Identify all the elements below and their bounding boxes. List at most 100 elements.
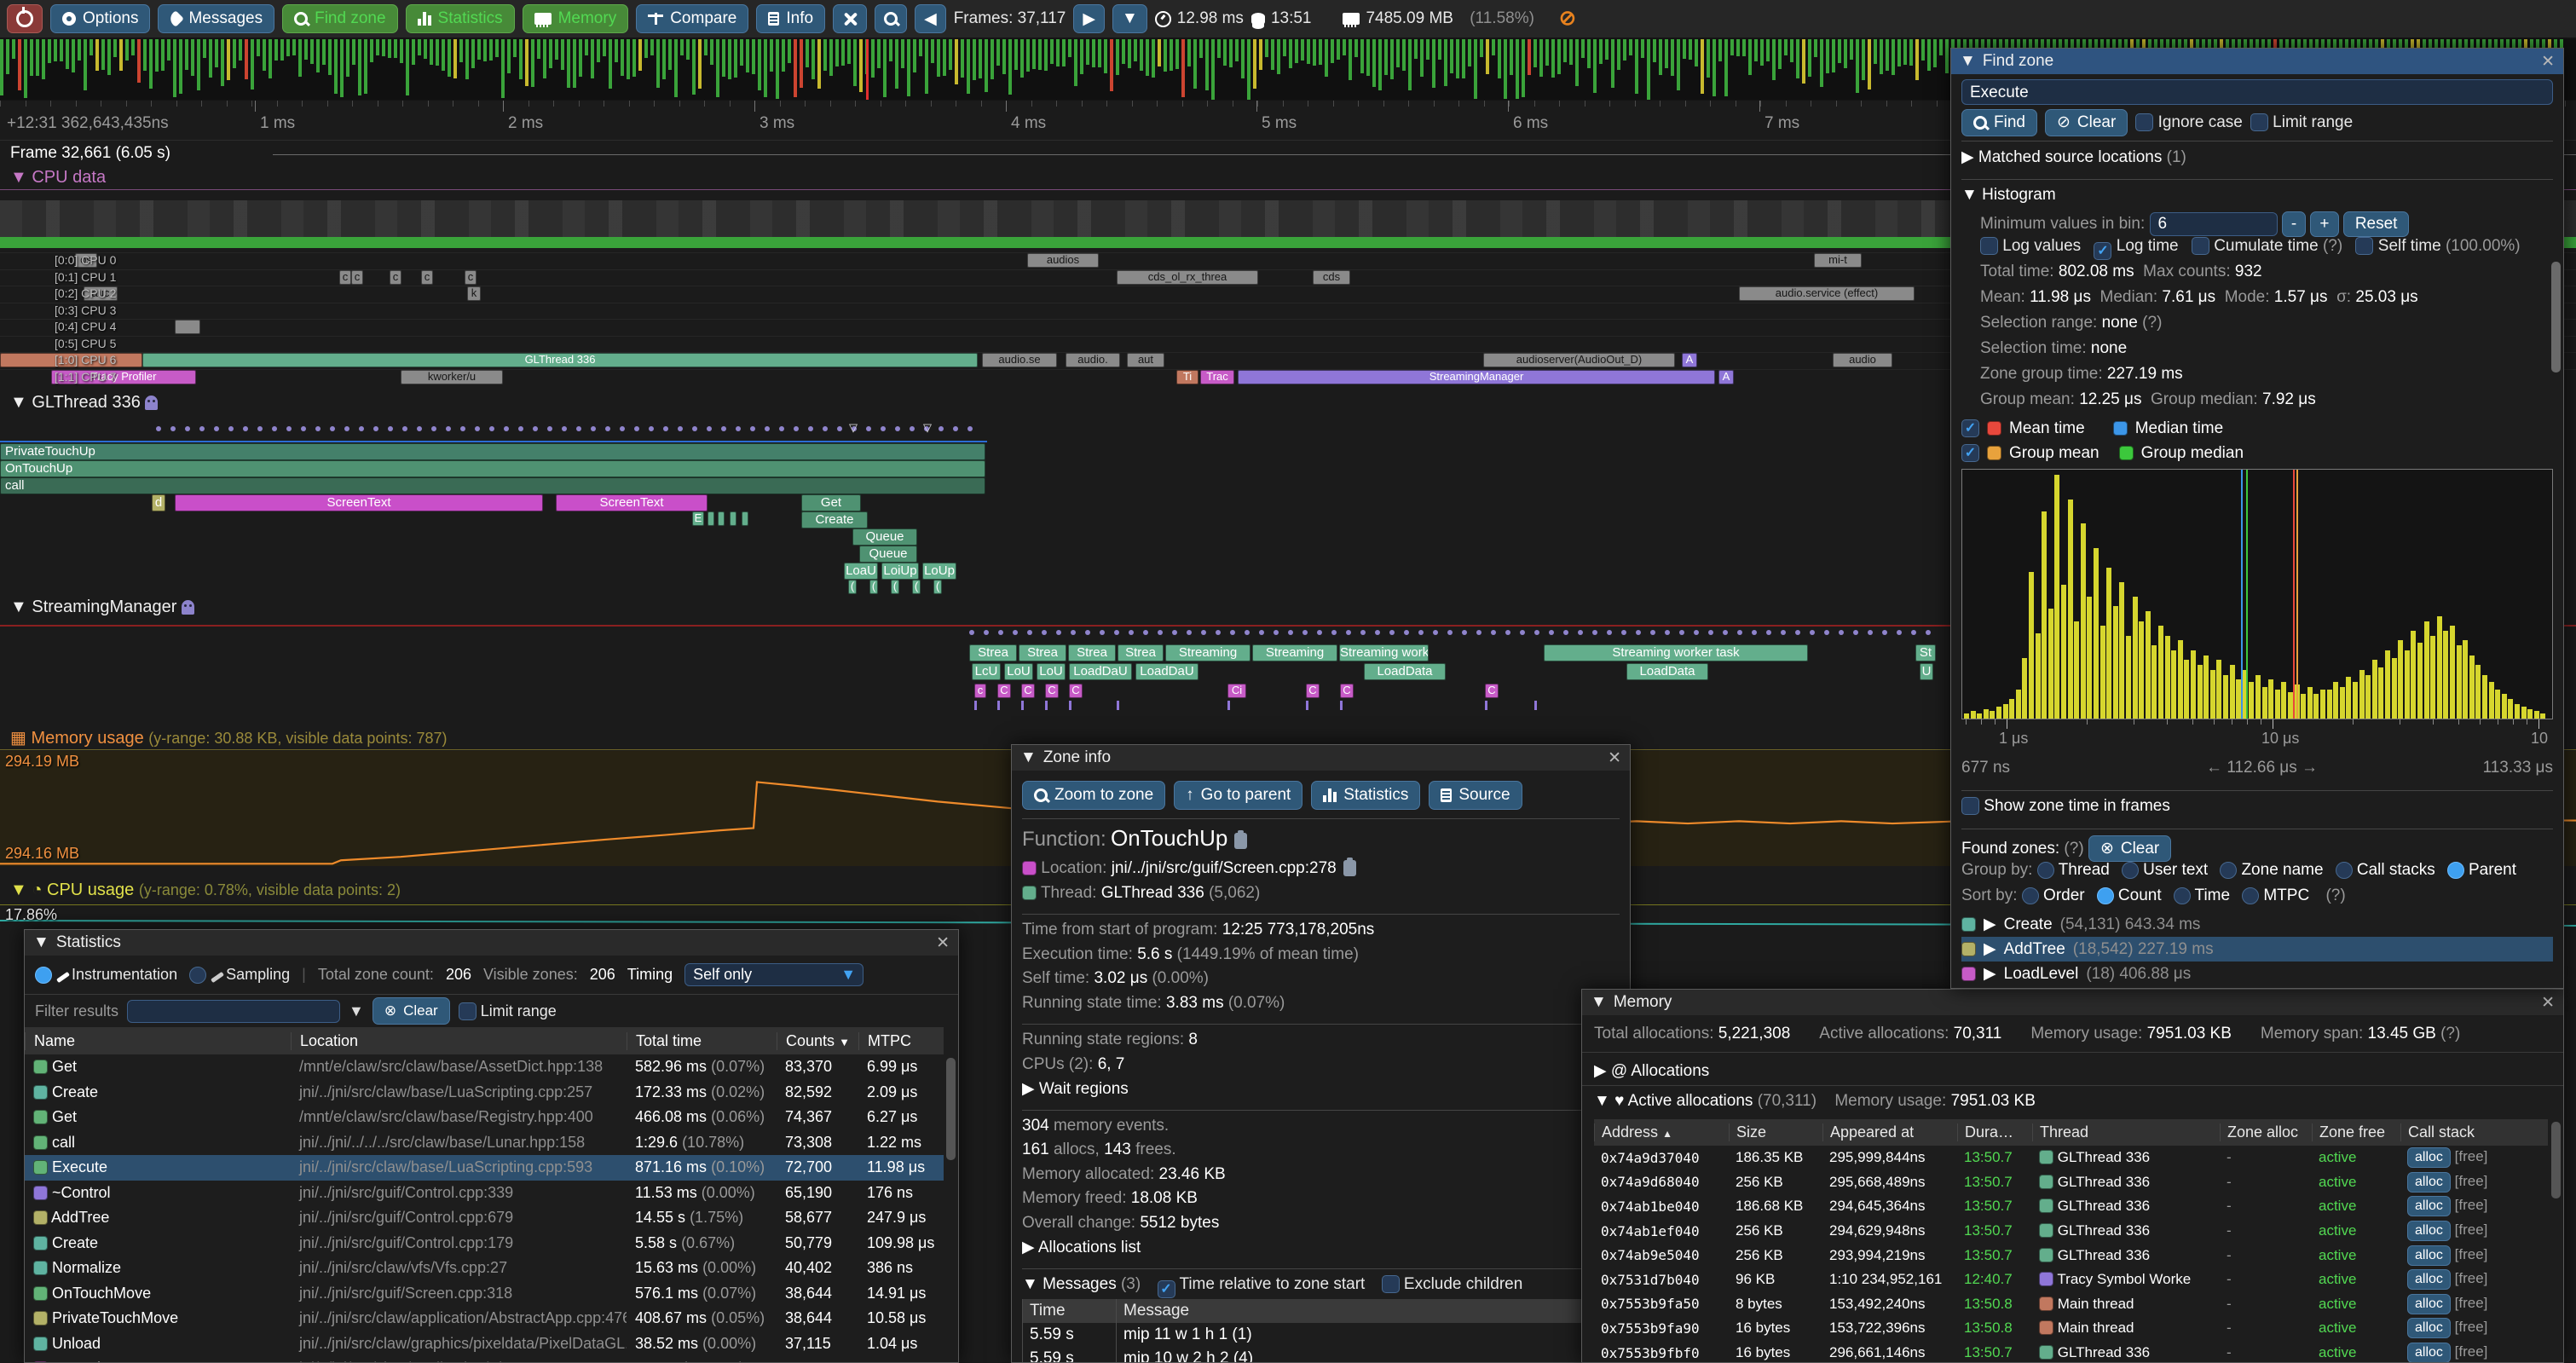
zone-chip[interactable]: LoaU bbox=[844, 563, 878, 580]
allocation-row[interactable]: 0x7531d7b040 96 KB 1:10 234,952,161 12:4… bbox=[1594, 1268, 2548, 1292]
zone-chip[interactable] bbox=[708, 511, 714, 526]
zone-chip[interactable]: ScreenText bbox=[175, 494, 543, 511]
power-button[interactable] bbox=[7, 4, 43, 33]
sort-by-radio[interactable]: Order bbox=[2022, 887, 2085, 904]
min-bin-minus-button[interactable]: - bbox=[2282, 211, 2306, 237]
alloc-callstack-button[interactable]: alloc bbox=[2407, 1172, 2451, 1193]
alloc-callstack-button[interactable]: alloc bbox=[2407, 1147, 2451, 1168]
statistics-table-header[interactable]: NameLocationTotal timeCounts ▼MTPC bbox=[25, 1027, 944, 1054]
zone-chip[interactable]: C bbox=[1045, 684, 1059, 698]
zone-chip[interactable]: c bbox=[421, 270, 433, 285]
allocation-row[interactable]: 0x7553b9fa50 8 bytes 153,492,240ns 13:50… bbox=[1594, 1292, 2548, 1317]
messages-button[interactable]: Messages bbox=[158, 4, 274, 33]
info-button[interactable]: Info bbox=[756, 4, 825, 33]
allocation-row[interactable]: 0x74a9d68040 256 KB 295,668,489ns 13:50.… bbox=[1594, 1170, 2548, 1195]
zone-chip[interactable]: E bbox=[692, 511, 704, 526]
zone-chip[interactable]: k bbox=[467, 286, 481, 301]
filter-input[interactable] bbox=[127, 1000, 340, 1023]
zone-chip[interactable]: LoadDaU bbox=[1135, 663, 1198, 680]
alloc-callstack-button[interactable]: alloc bbox=[2407, 1343, 2451, 1363]
allocation-row[interactable]: 0x74ab1be040 186.68 KB 294,645,364ns 13:… bbox=[1594, 1194, 2548, 1219]
table-row[interactable]: Execute jni/../jni/src/claw/base/LuaScri… bbox=[25, 1155, 944, 1181]
zone-chip[interactable]: OnTouchUp bbox=[0, 460, 985, 477]
time-relative-checkbox[interactable]: Time relative to zone start bbox=[1158, 1275, 1366, 1293]
sort-by-radio[interactable]: MTPC bbox=[2242, 887, 2309, 904]
clipboard-icon[interactable] bbox=[1234, 833, 1247, 849]
zone-chip[interactable] bbox=[730, 511, 736, 526]
sort-by-radio[interactable]: Time bbox=[2174, 887, 2230, 904]
zone-chip[interactable]: LoU bbox=[1037, 663, 1066, 680]
zone-chip[interactable]: Streaming worker task bbox=[1544, 644, 1808, 661]
table-row[interactable]: Normalize jni/../jni/src/claw/vfs/Vfs.cp… bbox=[25, 1256, 944, 1281]
table-row[interactable]: AddTree jni/../jni/src/guif/Control.cpp:… bbox=[25, 1205, 944, 1231]
alloc-callstack-button[interactable]: alloc bbox=[2407, 1318, 2451, 1338]
log-values-checkbox[interactable]: Log values bbox=[1980, 237, 2081, 255]
zoom-to-zone-button[interactable]: Zoom to zone bbox=[1022, 781, 1165, 810]
table-row[interactable]: OnRedraw jni/../jni/src/claw/application… bbox=[25, 1356, 944, 1363]
zone-chip[interactable]: c bbox=[390, 270, 401, 285]
zone-chip[interactable]: Streaming bbox=[1252, 644, 1337, 661]
found-zone-row[interactable]: ▶ LoadLevel(18) 406.88 μs bbox=[1961, 962, 2553, 986]
zone-chip[interactable]: audio.se bbox=[982, 353, 1057, 367]
show-zone-time-checkbox[interactable]: Show zone time in frames bbox=[1961, 797, 2553, 823]
log-time-checkbox[interactable]: Log time bbox=[2094, 237, 2178, 255]
zone-chip[interactable]: audio. bbox=[1066, 353, 1120, 367]
zone-chip[interactable]: audio bbox=[1833, 353, 1892, 367]
alloc-callstack-button[interactable]: alloc bbox=[2407, 1196, 2451, 1216]
funnel-icon[interactable]: ▼ bbox=[349, 1002, 364, 1020]
zone-info-titlebar[interactable]: ▼Zone info✕ bbox=[1012, 745, 1630, 771]
cpu-usage-header[interactable]: ▼ ◔ CPU usage (y-range: 0.78%, visible d… bbox=[10, 881, 401, 900]
found-zone-row[interactable]: ▶ Create(54,131) 643.34 ms bbox=[1961, 912, 2553, 937]
found-zone-row[interactable]: ▶ <no parent>(9) 225.73 μs bbox=[1961, 986, 2553, 989]
find-zone-button[interactable]: Find zone bbox=[282, 4, 397, 33]
zone-chip[interactable]: ( bbox=[912, 580, 921, 594]
zone-chip[interactable]: LcU bbox=[972, 663, 1001, 680]
timing-select[interactable]: Self only▼ bbox=[684, 963, 863, 986]
zone-chip[interactable]: audio.service (effect) bbox=[1739, 286, 1915, 301]
close-icon[interactable]: ✕ bbox=[2541, 993, 2555, 1013]
found-zone-row[interactable]: ▶ AddTree(18,542) 227.19 ms bbox=[1961, 937, 2553, 962]
zone-chip[interactable]: LoadDaU bbox=[1069, 663, 1132, 680]
instrumentation-radio[interactable]: Instrumentation bbox=[35, 966, 177, 984]
zone-chip[interactable]: ( bbox=[933, 580, 942, 594]
mean-lines-checkbox[interactable] bbox=[1961, 419, 1979, 437]
matched-source-locations[interactable]: ▶ Matched source locations (1) bbox=[1961, 147, 2553, 173]
zone-chip[interactable]: LoadData bbox=[1626, 663, 1708, 680]
frame-down-button[interactable]: ▼ bbox=[1112, 4, 1147, 33]
messages-section[interactable]: Messages bbox=[1043, 1275, 1117, 1293]
table-row[interactable]: ~Control jni/../jni/src/guif/Control.cpp… bbox=[25, 1181, 944, 1206]
close-icon[interactable]: ✕ bbox=[936, 933, 950, 953]
statistics-titlebar[interactable]: ▼Statistics✕ bbox=[25, 930, 958, 956]
zone-chip[interactable]: St bbox=[1915, 644, 1936, 661]
self-time-checkbox[interactable]: Self time (100.00%) bbox=[2355, 237, 2520, 255]
find-zone-search-input[interactable]: Execute bbox=[1961, 79, 2553, 105]
zone-chip[interactable]: cds_ol_rx_threa bbox=[1117, 270, 1258, 285]
table-row[interactable]: OnTouchMove jni/../jni/src/guif/Screen.c… bbox=[25, 1281, 944, 1307]
zone-chip[interactable]: C bbox=[1069, 684, 1083, 698]
zone-chip[interactable]: C bbox=[1485, 684, 1499, 698]
zone-statistics-button[interactable]: Statistics bbox=[1311, 781, 1420, 810]
min-bin-plus-button[interactable]: + bbox=[2310, 211, 2338, 237]
zone-chip[interactable]: PrivateTouchUp bbox=[0, 443, 985, 460]
zone-chip[interactable]: A bbox=[1718, 370, 1734, 384]
zone-chip[interactable]: c bbox=[339, 270, 351, 285]
clipboard-icon[interactable] bbox=[1343, 860, 1356, 876]
fz-limit-range-checkbox[interactable]: Limit range bbox=[2250, 113, 2353, 132]
zone-chip[interactable]: c bbox=[974, 684, 986, 698]
zone-chip[interactable]: c bbox=[465, 270, 477, 285]
go-to-parent-button[interactable]: ↑ Go to parent bbox=[1174, 781, 1302, 810]
stats-scrollbar[interactable] bbox=[946, 1058, 956, 1160]
zone-chip[interactable]: LoadData bbox=[1364, 663, 1446, 680]
allocation-row[interactable]: 0x7553b9fa90 16 bytes 153,722,396ns 13:5… bbox=[1594, 1316, 2548, 1341]
alloc-callstack-button[interactable]: alloc bbox=[2407, 1269, 2451, 1290]
zone-chip[interactable]: mi-t bbox=[1814, 253, 1862, 268]
zone-chip[interactable]: Strea bbox=[1118, 644, 1164, 661]
zone-chip[interactable]: Streaming bbox=[1165, 644, 1250, 661]
reset-button[interactable]: Reset bbox=[2343, 211, 2410, 237]
tools-button[interactable] bbox=[833, 4, 867, 33]
stats-limit-range-checkbox[interactable]: Limit range bbox=[459, 1002, 557, 1020]
histogram-section[interactable]: ▼ Histogram bbox=[1961, 186, 2553, 211]
table-row[interactable]: Unload jni/../jni/src/claw/graphics/pixe… bbox=[25, 1331, 944, 1357]
zone-chip[interactable]: Create bbox=[801, 511, 868, 528]
zone-chip[interactable]: C bbox=[1021, 684, 1035, 698]
